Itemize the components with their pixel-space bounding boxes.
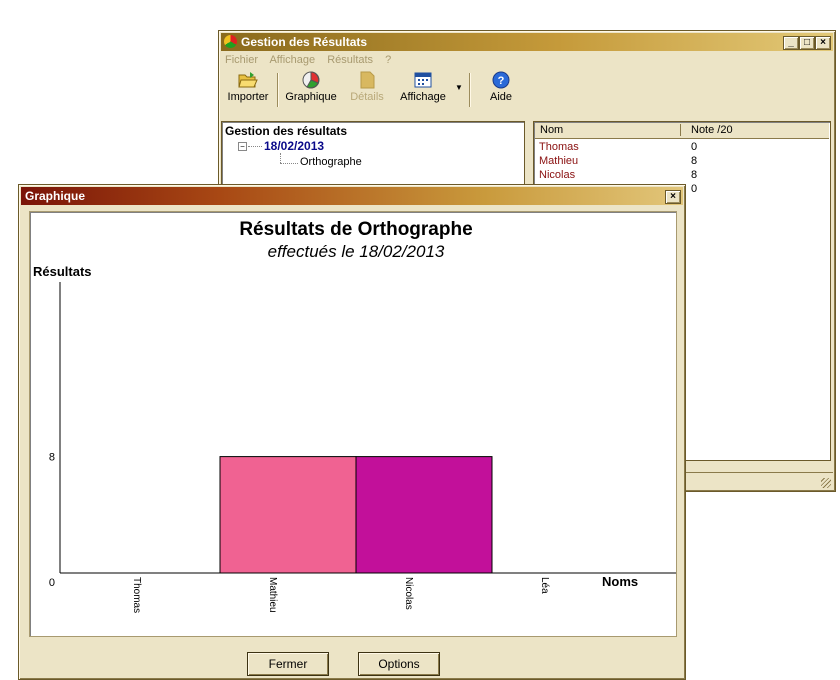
tree-connector [248,146,262,147]
y-tick-label: 8 [49,452,55,464]
tree-connector [280,153,281,163]
import-button[interactable]: Importer [227,71,269,109]
column-header-name[interactable]: Nom [540,124,681,136]
resize-grip-icon[interactable] [821,478,831,488]
x-tick-label: Thomas [131,577,142,613]
table-row[interactable]: Thomas 0 [539,141,819,153]
options-button[interactable]: Options [358,652,440,676]
chart-label: Graphique [285,91,337,103]
view-dropdown-arrow-icon[interactable]: ▼ [455,83,463,92]
view-button[interactable]: Affichage [395,71,451,109]
x-tick-label: Léa [539,577,550,594]
chart-title-bar[interactable]: Graphique × [21,187,683,205]
cell-grade: 8 [691,155,698,167]
minimize-button[interactable]: _ [783,36,799,50]
view-label: Affichage [400,91,446,103]
menu-help[interactable]: ? [385,54,391,66]
x-tick-label: Mathieu [267,577,278,613]
menu-resultats[interactable]: Résultats [327,54,373,66]
chart-title: Résultats de Orthographe [239,219,472,240]
help-label: Aide [489,91,513,103]
bar-mathieu [219,456,357,574]
help-button[interactable]: ? Aide [481,71,521,109]
y-axis-label: Résultats [33,264,92,279]
menu-affichage[interactable]: Affichage [269,54,315,66]
menu-bar: Fichier Affichage Résultats ? [225,54,400,68]
y-tick-label: 0 [49,577,55,589]
x-tick-label: Nicolas [403,577,414,610]
cell-name: Thomas [539,141,579,153]
app-icon [224,35,237,48]
main-window-title: Gestion des Résultats [241,35,368,49]
cell-name: Nicolas [539,169,576,181]
document-icon [360,71,375,89]
calendar-grid-icon [414,72,432,88]
details-label: Détails [350,91,384,103]
x-axis-label: Noms [602,574,638,589]
chart-button[interactable]: Graphique [283,71,339,109]
toolbar-separator [469,73,471,107]
chart-window-title: Graphique [25,189,86,203]
tree-subject-node[interactable]: Orthographe [300,156,362,168]
toolbar: Importer Graphique Détails Affichage ▼ ?… [223,71,823,111]
main-title-bar[interactable]: Gestion des Résultats _ □ × [221,33,833,51]
chart-subtitle: effectués le 18/02/2013 [268,242,445,261]
pie-chart-icon [302,71,320,89]
cell-grade: 0 [691,141,698,153]
cell-grade: 8 [691,169,698,181]
details-button: Détails [347,71,387,109]
tree-date-node[interactable]: 18/02/2013 [264,139,324,153]
import-label: Importer [227,91,269,103]
tree-connector [280,163,298,164]
table-header: Nom Note /20 [535,123,829,139]
chart-window: Graphique × Résultats de Orthographe eff… [18,184,686,680]
tree-collapse-icon[interactable]: − [238,142,247,151]
menu-fichier[interactable]: Fichier [225,54,258,66]
bar-chart: Résultats de Orthographe effectués le 18… [33,219,684,613]
cell-grade: 0 [691,183,698,195]
close-window-button[interactable]: × [665,190,681,204]
close-button[interactable]: Fermer [247,652,329,676]
table-row[interactable]: Nicolas 8 [539,169,819,181]
help-icon: ? [492,71,510,89]
cell-name: Mathieu [539,155,579,167]
bar-nicolas [355,456,493,574]
folder-open-icon [238,72,258,88]
close-window-button[interactable]: × [815,36,831,50]
toolbar-separator [277,73,279,107]
tree-root[interactable]: Gestion des résultats [225,124,347,138]
table-row[interactable]: Mathieu 8 [539,155,819,167]
svg-text:?: ? [498,75,505,87]
column-header-grade[interactable]: Note /20 [691,124,733,136]
chart-panel: Résultats de Orthographe effectués le 18… [29,211,684,637]
maximize-button[interactable]: □ [799,36,815,50]
